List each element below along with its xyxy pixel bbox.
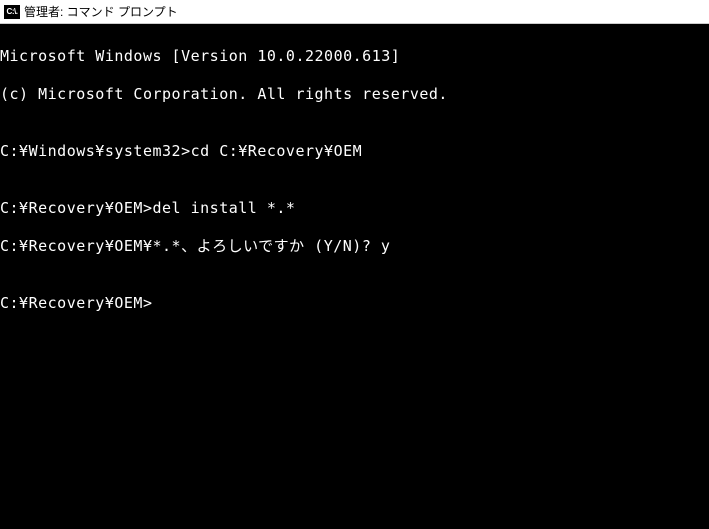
terminal-line: C:¥Windows¥system32>cd C:¥Recovery¥OEM <box>0 142 709 161</box>
window-title: 管理者: コマンド プロンプト <box>24 3 178 20</box>
terminal-line: C:¥Recovery¥OEM>del install *.* <box>0 199 709 218</box>
window-titlebar[interactable]: C:\. 管理者: コマンド プロンプト <box>0 0 709 24</box>
terminal-line: C:¥Recovery¥OEM> <box>0 294 709 313</box>
terminal-area[interactable]: Microsoft Windows [Version 10.0.22000.61… <box>0 24 709 529</box>
cmd-icon: C:\. <box>4 5 20 19</box>
terminal-line: (c) Microsoft Corporation. All rights re… <box>0 85 709 104</box>
terminal-line: C:¥Recovery¥OEM¥*.*、よろしいですか (Y/N)? y <box>0 237 709 256</box>
cmd-icon-text: C:\. <box>7 7 18 16</box>
terminal-line: Microsoft Windows [Version 10.0.22000.61… <box>0 47 709 66</box>
